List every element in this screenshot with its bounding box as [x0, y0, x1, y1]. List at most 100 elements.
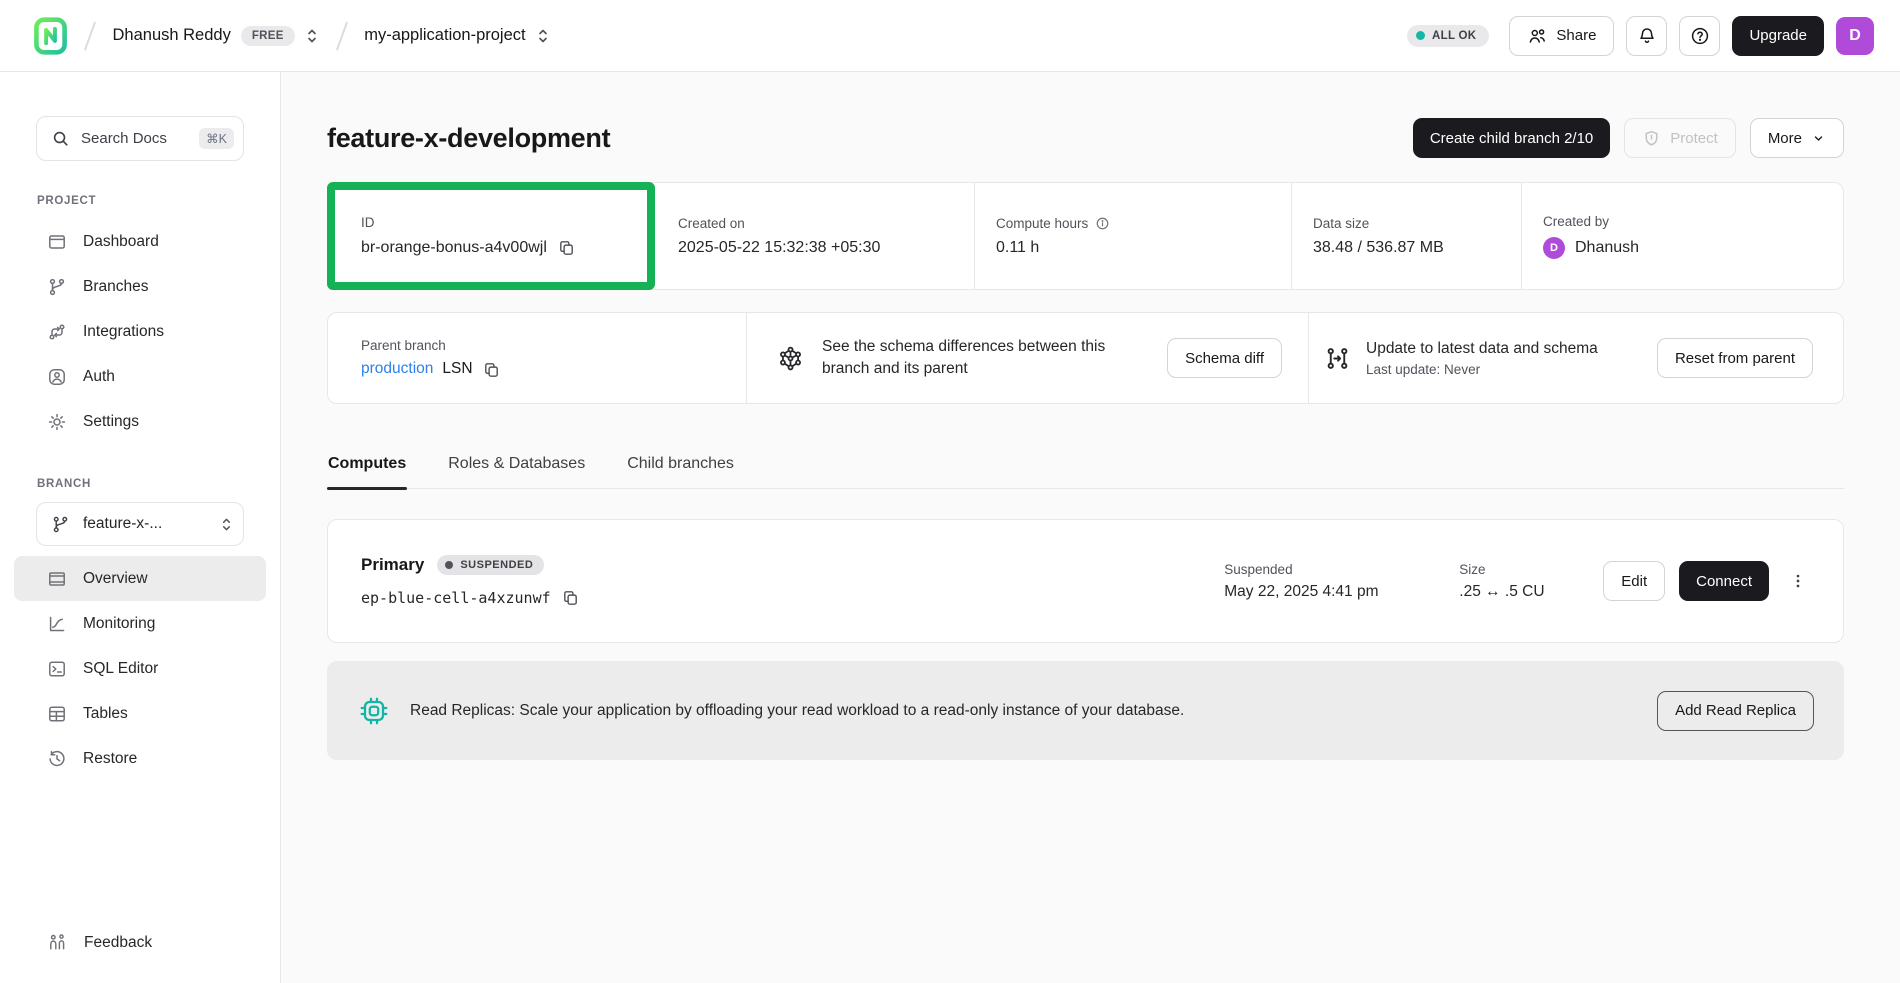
created-on-value: 2025-05-22 15:32:38 +05:30	[678, 239, 880, 257]
auth-user-icon	[47, 367, 67, 387]
branch-selector[interactable]: feature-x-...	[36, 502, 244, 546]
tab-child-branches[interactable]: Child branches	[626, 455, 735, 488]
status-text: ALL OK	[1432, 30, 1476, 42]
sidebar-item-overview[interactable]: Overview	[14, 556, 266, 601]
compute-identity: Primary SUSPENDED ep-blue-cell-a4xzunwf	[361, 555, 580, 607]
add-read-replica-button[interactable]: Add Read Replica	[1657, 691, 1814, 731]
sidebar-item-monitoring[interactable]: Monitoring	[14, 601, 266, 646]
page-actions: Create child branch 2/10 Protect More	[1413, 118, 1844, 158]
search-icon	[51, 129, 70, 148]
search-docs-input[interactable]: Search Docs ⌘K	[36, 116, 244, 161]
title-row: feature-x-development Create child branc…	[327, 118, 1844, 158]
sidebar-item-auth[interactable]: Auth	[14, 354, 266, 399]
sidebar-item-branches[interactable]: Branches	[14, 264, 266, 309]
size-value: .25 ↔ .5 CU	[1459, 583, 1589, 601]
parent-branch-link[interactable]: production	[361, 360, 433, 378]
chart-icon	[47, 614, 67, 634]
connect-button[interactable]: Connect	[1679, 561, 1769, 601]
sidebar-item-sql-editor[interactable]: SQL Editor	[14, 646, 266, 691]
size-label: Size	[1459, 562, 1589, 577]
sidebar-item-settings[interactable]: Settings	[14, 399, 266, 444]
project-nav: Dashboard Branches	[0, 219, 280, 444]
copy-icon[interactable]	[561, 588, 580, 607]
branch-id-value: br-orange-bonus-a4v00wjl	[361, 239, 547, 257]
overview-icon	[47, 569, 67, 589]
kebab-icon	[1789, 572, 1807, 590]
endpoint-id: ep-blue-cell-a4xzunwf	[361, 589, 551, 607]
breadcrumb-divider	[336, 21, 348, 50]
id-label: ID	[361, 215, 654, 230]
size-field: Size .25 ↔ .5 CU	[1459, 562, 1589, 601]
lsn-label: LSN	[442, 360, 472, 378]
branch-info-card: ID br-orange-bonus-a4v00wjl Created on 2…	[327, 182, 1844, 290]
sidebar-item-label: Auth	[83, 368, 115, 386]
sidebar-item-label: Overview	[83, 570, 148, 588]
top-bar-right: ALL OK Share	[1407, 16, 1874, 56]
people-icon	[1527, 26, 1547, 46]
branch-id-cell: ID br-orange-bonus-a4v00wjl	[328, 183, 654, 289]
chevron-down-icon	[1811, 131, 1826, 146]
sidebar-item-tables[interactable]: Tables	[14, 691, 266, 736]
org-switcher[interactable]: Dhanush Reddy FREE	[113, 26, 319, 46]
parent-branch-label: Parent branch	[361, 338, 746, 353]
project-switcher[interactable]: my-application-project	[364, 26, 549, 45]
edit-button[interactable]: Edit	[1603, 561, 1665, 601]
data-size-label: Data size	[1313, 216, 1521, 231]
read-replica-text: Read Replicas: Scale your application by…	[410, 702, 1184, 720]
bell-icon	[1637, 26, 1657, 46]
branch-section-label: BRANCH	[37, 478, 280, 490]
created-by-cell: Created by D Dhanush	[1521, 183, 1843, 289]
breadcrumb-divider	[84, 21, 96, 50]
project-section-label: PROJECT	[37, 195, 280, 207]
page-title: feature-x-development	[327, 123, 610, 154]
sidebar-item-restore[interactable]: Restore	[14, 736, 266, 781]
sidebar-item-label: Dashboard	[83, 233, 159, 251]
compute-hours-cell: Compute hours 0.11 h	[974, 183, 1291, 289]
share-button[interactable]: Share	[1509, 16, 1614, 56]
feedback-button[interactable]: Feedback	[47, 932, 152, 953]
help-button[interactable]	[1679, 16, 1720, 56]
creator-avatar: D	[1543, 237, 1565, 259]
tab-computes[interactable]: Computes	[327, 455, 407, 488]
user-avatar[interactable]: D	[1836, 17, 1874, 55]
top-bar: Dhanush Reddy FREE my-application-projec…	[0, 0, 1900, 72]
create-child-branch-button[interactable]: Create child branch 2/10	[1413, 118, 1610, 158]
upgrade-button[interactable]: Upgrade	[1732, 16, 1824, 56]
sidebar-item-dashboard[interactable]: Dashboard	[14, 219, 266, 264]
schema-molecule-icon	[777, 345, 804, 372]
feedback-label: Feedback	[84, 934, 152, 952]
notifications-button[interactable]	[1626, 16, 1667, 56]
suspended-field: Suspended May 22, 2025 4:41 pm	[1224, 562, 1459, 601]
status-badge[interactable]: ALL OK	[1407, 25, 1489, 47]
reset-from-parent-button[interactable]: Reset from parent	[1657, 338, 1813, 378]
reset-from-parent-section: Update to latest data and schema Last up…	[1308, 313, 1843, 403]
schema-diff-button-label: Schema diff	[1185, 350, 1264, 367]
more-button[interactable]: More	[1750, 118, 1844, 158]
question-icon	[1690, 26, 1710, 46]
integrations-icon	[47, 322, 67, 342]
created-on-cell: Created on 2025-05-22 15:32:38 +05:30	[654, 183, 974, 289]
avatar-initial: D	[1849, 27, 1861, 45]
branch-sync-icon	[1324, 345, 1351, 372]
info-icon[interactable]	[1095, 216, 1110, 231]
parent-branch-cell: Parent branch production LSN	[328, 313, 746, 403]
schema-diff-button[interactable]: Schema diff	[1167, 338, 1282, 378]
compute-name: Primary	[361, 555, 424, 575]
copy-icon[interactable]	[482, 360, 501, 379]
sidebar-item-label: Tables	[83, 705, 128, 723]
chevron-sort-icon	[305, 27, 319, 45]
sidebar-item-integrations[interactable]: Integrations	[14, 309, 266, 354]
created-on-label: Created on	[678, 216, 974, 231]
table-icon	[47, 704, 67, 724]
compute-card: Primary SUSPENDED ep-blue-cell-a4xzunwf	[327, 519, 1844, 643]
sidebar: Search Docs ⌘K PROJECT Dashboard	[0, 72, 281, 983]
sidebar-item-label: Monitoring	[83, 615, 155, 633]
tab-roles-databases[interactable]: Roles & Databases	[447, 455, 586, 488]
protect-button[interactable]: Protect	[1624, 118, 1736, 158]
copy-icon[interactable]	[557, 238, 576, 257]
dashboard-icon	[47, 232, 67, 252]
neon-logo-icon[interactable]	[34, 17, 67, 55]
data-size-value: 38.48 / 536.87 MB	[1313, 239, 1444, 257]
compute-menu-button[interactable]	[1781, 561, 1815, 601]
status-dot-icon	[445, 561, 453, 569]
